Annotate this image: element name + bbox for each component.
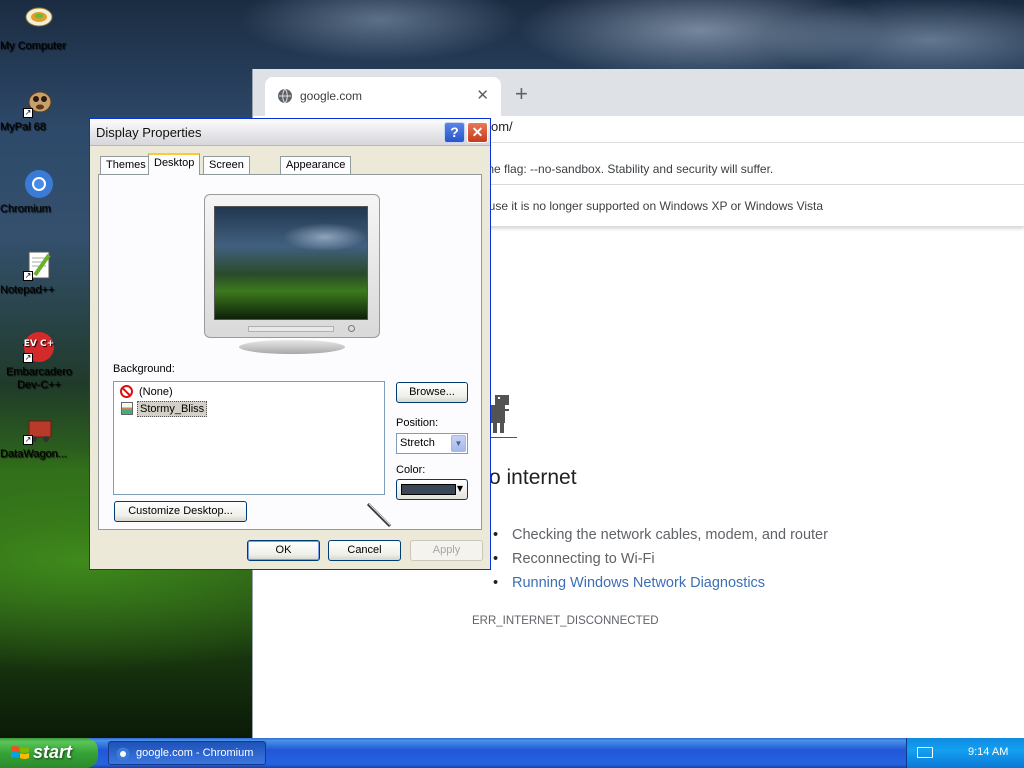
dinosaur-icon: [491, 395, 517, 438]
tab-themes[interactable]: Themes: [100, 156, 152, 175]
system-tray: 9:14 AM: [906, 738, 1024, 768]
shortcut-arrow-icon: ↗: [23, 435, 33, 445]
background-list[interactable]: (None) Stormy_Bliss: [113, 381, 385, 495]
desktop-icon-label: Notepad++: [0, 284, 55, 296]
datawagon-icon: ↗: [23, 413, 55, 445]
desktop-icon-label: Embarcadero Dev-C++: [5, 366, 73, 391]
tab-screen-saver[interactable]: Screen Saver: [203, 156, 250, 188]
help-button[interactable]: ?: [444, 122, 465, 143]
suggestion-list: Checking the network cables, modem, and …: [493, 527, 828, 599]
network-diagnostics-link[interactable]: Running Windows Network Diagnostics: [493, 575, 828, 599]
monitor-stand: [239, 340, 345, 354]
position-select[interactable]: Stretch ▼: [396, 433, 468, 454]
shortcut-arrow-icon: ↗: [23, 353, 33, 363]
chromium-icon: [23, 168, 55, 200]
address-bar-text[interactable]: om/: [491, 119, 513, 134]
browse-button[interactable]: Browse...: [396, 382, 468, 403]
suggestion-item: Reconnecting to Wi-Fi: [493, 551, 828, 575]
desktop-icon-chromium[interactable]: Chromium: [0, 168, 78, 215]
customize-desktop-button[interactable]: Customize Desktop...: [114, 501, 247, 522]
desktop-icon-label: Chromium: [0, 203, 51, 215]
suggestion-item: Checking the network cables, modem, and …: [493, 527, 828, 551]
desktop-icon-my-computer[interactable]: My Computer: [0, 5, 78, 52]
windows-flag-icon: [11, 746, 29, 759]
dev-cpp-badge-text: DEV C++: [23, 339, 55, 349]
keyboard-icon[interactable]: [917, 747, 933, 758]
tab-strip: google.com ✕ +: [253, 69, 1024, 116]
background-item-label: (None): [139, 386, 173, 398]
shortcut-arrow-icon: ↗: [23, 271, 33, 281]
desktop-tab-panel: Background: (None) Stormy_Bliss Browse..…: [98, 174, 482, 530]
globe-icon: [278, 88, 292, 104]
taskbar-item-chromium[interactable]: google.com - Chromium: [108, 741, 266, 765]
tab-desktop[interactable]: Desktop: [148, 153, 201, 175]
chevron-down-icon: ▼: [451, 435, 466, 452]
clock[interactable]: 9:14 AM: [968, 746, 1008, 758]
color-swatch: [401, 484, 456, 495]
bitmap-file-icon: [121, 402, 133, 415]
desktop-icon-label: DataWagon...: [0, 448, 67, 460]
ok-button[interactable]: OK: [247, 540, 320, 561]
background-item-label: Stormy_Bliss: [137, 401, 208, 417]
my-computer-icon: [23, 5, 55, 37]
tab-title: google.com: [300, 89, 363, 103]
monitor-bezel-bar: [248, 326, 334, 332]
dialog-title: Display Properties: [96, 125, 202, 140]
chevron-down-icon: ▼: [456, 484, 463, 493]
desktop-icon-label: MyPal 68: [0, 121, 46, 133]
monitor-preview: [204, 194, 380, 338]
desktop-icon-notepad-plus-plus[interactable]: ↗ Notepad++: [0, 249, 78, 296]
taskbar: start google.com - Chromium 9:14 AM: [0, 738, 1024, 768]
cancel-button[interactable]: Cancel: [328, 540, 401, 561]
apply-button[interactable]: Apply: [410, 540, 483, 561]
tab-close-icon[interactable]: ✕: [476, 86, 489, 104]
tab-appearance[interactable]: Appearance: [280, 156, 352, 175]
infobar-message: ause it is no longer supported on Window…: [482, 199, 824, 213]
error-title: o internet: [489, 466, 577, 489]
position-value: Stretch: [400, 437, 435, 449]
position-label: Position:: [396, 417, 439, 429]
none-icon: [120, 385, 133, 398]
desktop-icon-datawagon[interactable]: ↗ DataWagon...: [0, 413, 78, 460]
chromium-icon: [116, 747, 130, 761]
taskbar-item-label: google.com - Chromium: [136, 747, 254, 759]
dialog-title-bar[interactable]: Display Properties ? ✕: [90, 119, 490, 146]
color-picker-button[interactable]: ▼: [396, 479, 468, 500]
infobar-message: line flag: --no-sandbox. Stability and s…: [482, 162, 774, 176]
background-label: Background:: [113, 363, 175, 375]
desktop-icon-dev-cpp[interactable]: DEV C++ ↗ Embarcadero Dev-C++: [0, 331, 78, 391]
start-button[interactable]: start: [0, 738, 98, 768]
color-label: Color:: [396, 464, 426, 476]
desktop-icon-label: My Computer: [0, 40, 67, 52]
display-properties-dialog: Display Properties ? ✕ Themes Desktop Sc…: [89, 118, 491, 570]
error-code: ERR_INTERNET_DISCONNECTED: [472, 615, 659, 627]
dev-cpp-icon: DEV C++ ↗: [16, 331, 62, 363]
shortcut-arrow-icon: ↗: [23, 108, 33, 118]
monitor-power-led: [348, 325, 355, 332]
magnifier-cursor-icon: [366, 502, 392, 528]
wallpaper-preview: [214, 206, 368, 320]
notepad-plus-plus-icon: ↗: [23, 249, 55, 281]
new-tab-button[interactable]: +: [515, 81, 528, 107]
desktop-icon-mypal[interactable]: ↗ MyPal 68: [0, 86, 78, 133]
mypal-icon: ↗: [23, 86, 55, 118]
close-button[interactable]: ✕: [467, 122, 488, 143]
start-label: start: [33, 742, 73, 762]
browser-tab[interactable]: google.com ✕: [265, 77, 501, 116]
